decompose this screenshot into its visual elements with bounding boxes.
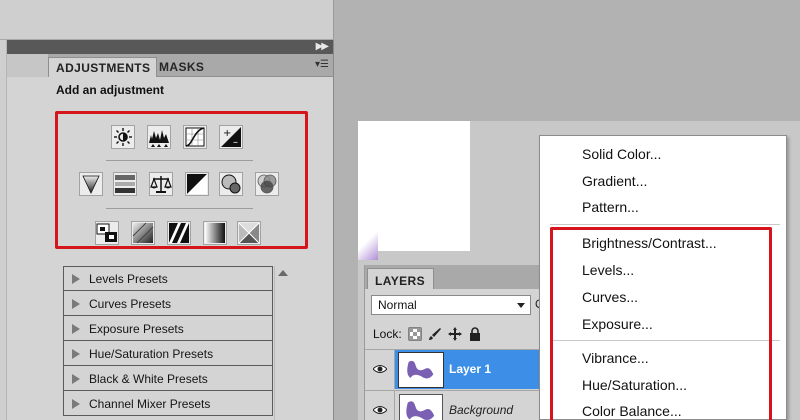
tab-strip-left [7,54,48,77]
svg-text:+: + [223,128,231,139]
black-white-icon[interactable] [185,172,209,196]
panel-gutter [0,40,7,420]
brightness-contrast-icon[interactable] [111,125,135,149]
svg-text:–: – [233,137,238,148]
photo-filter-icon[interactable] [219,172,243,196]
lock-label: Lock: [373,327,402,341]
color-balance-icon[interactable] [149,172,173,196]
levels-icon[interactable] [147,125,171,149]
menu-separator [550,224,780,225]
lock-all-icon[interactable] [468,327,482,341]
scroll-up-arrow-icon[interactable] [278,270,288,276]
tab-adjustments[interactable]: ADJUSTMENTS [48,57,158,77]
menu-item-gradient[interactable]: Gradient... [582,173,647,189]
icon-row-separator [106,208,253,209]
icon-row-separator [106,160,253,161]
expand-arrow-icon[interactable] [72,298,80,309]
adjustments-panel: ▶▶ ADJUSTMENTS MASKS ▾☰ Add an adjustmen… [0,40,334,420]
eye-icon[interactable] [373,364,387,374]
expand-arrow-icon[interactable] [72,398,80,409]
menu-items-highlight [550,227,772,420]
panel-collapse-bar[interactable]: ▶▶ [7,40,333,54]
preset-levels[interactable]: Levels Presets [63,266,273,291]
curves-icon[interactable] [183,125,207,149]
preset-black-white[interactable]: Black & White Presets [63,366,273,391]
posterize-icon[interactable] [131,221,155,245]
collapse-arrows-icon[interactable]: ▶▶ [316,41,329,52]
hue-saturation-icon[interactable] [113,172,137,196]
menu-item-solid-color[interactable]: Solid Color... [582,146,661,162]
panel-dock-top [0,0,334,40]
adjustment-presets-list: Levels Presets Curves Presets Exposure P… [63,266,273,420]
preset-hue-saturation[interactable]: Hue/Saturation Presets [63,341,273,366]
eye-icon[interactable] [373,405,387,415]
blend-mode-value: Normal [378,298,417,312]
lock-brush-icon[interactable] [428,327,442,341]
adjustment-icons-highlight: + – [55,111,308,249]
canvas-gradient-edge [358,230,378,260]
lock-row: Lock: [373,327,482,341]
panel-menu-icon[interactable]: ▾☰ [315,59,329,70]
visibility-cell[interactable] [365,391,395,420]
lock-transparent-icon[interactable] [408,327,422,341]
gradient-map-icon[interactable] [203,221,227,245]
blend-mode-select[interactable]: Normal [371,295,531,315]
threshold-icon[interactable] [167,221,191,245]
dropdown-arrow-icon[interactable] [517,303,525,308]
layer-row-layer-1[interactable]: Layer 1 [365,349,555,389]
invert-icon[interactable] [95,221,119,245]
vibrance-icon[interactable] [79,172,103,196]
preset-channel-mixer[interactable]: Channel Mixer Presets [63,391,273,416]
layer-name[interactable]: Layer 1 [449,362,491,376]
visibility-cell[interactable] [365,350,395,389]
tab-masks[interactable]: MASKS [152,57,210,77]
preset-exposure[interactable]: Exposure Presets [63,316,273,341]
layers-tab-strip: LAYERS [365,265,554,289]
expand-arrow-icon[interactable] [72,373,80,384]
lock-move-icon[interactable] [447,327,462,341]
presets-scrollbar[interactable] [274,266,290,420]
channel-mixer-icon[interactable] [255,172,279,196]
adjustments-tab-strip: ADJUSTMENTS MASKS ▾☰ [48,54,333,77]
layer-thumbnail[interactable] [399,394,443,420]
tab-layers[interactable]: LAYERS [367,268,434,289]
layers-panel: LAYERS Normal O Lock: Layer 1 [364,265,555,420]
expand-arrow-icon[interactable] [72,274,80,284]
menu-item-pattern[interactable]: Pattern... [582,199,639,215]
exposure-icon[interactable]: + – [219,125,243,149]
expand-arrow-icon[interactable] [72,323,80,334]
layer-name[interactable]: Background [449,403,513,417]
expand-arrow-icon[interactable] [72,348,80,359]
selective-color-icon[interactable] [237,221,261,245]
layer-row-background[interactable]: Background [365,390,555,420]
layer-thumbnail[interactable] [398,352,444,388]
preset-curves[interactable]: Curves Presets [63,291,273,316]
adjustment-heading: Add an adjustment [56,83,165,97]
